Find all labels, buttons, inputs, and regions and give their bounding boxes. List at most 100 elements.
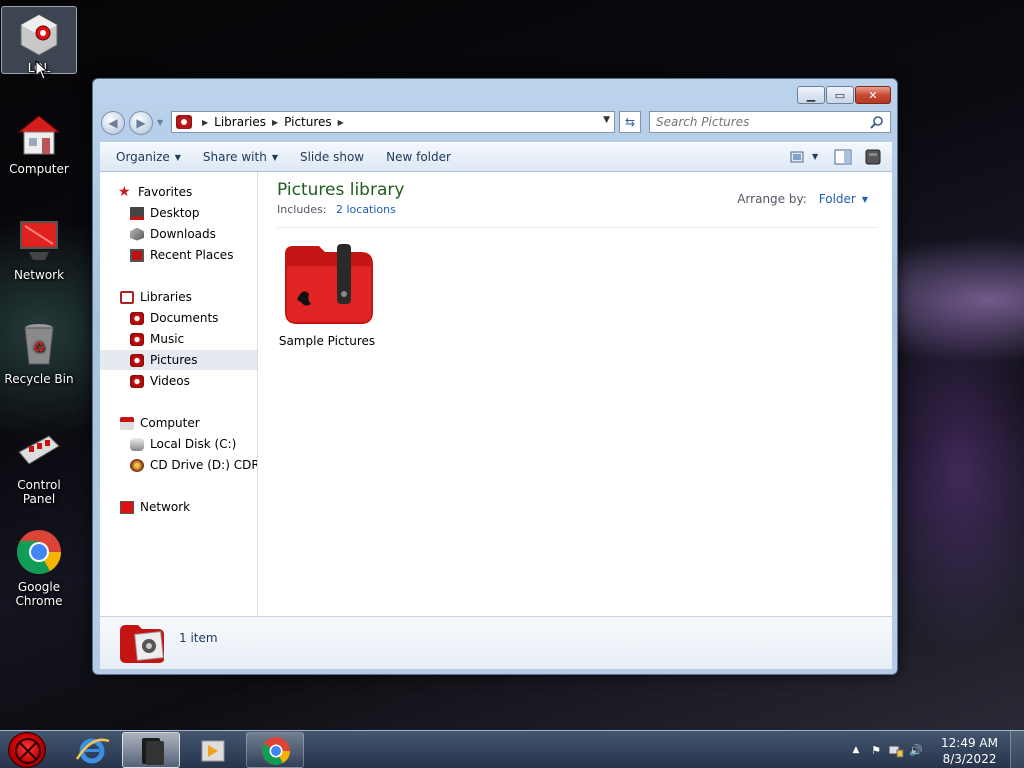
breadcrumb-separator-icon[interactable]: ▶ [272,118,278,127]
action-center-flag-icon[interactable]: ⚑ [868,742,884,758]
share-with-label: Share with [202,150,267,164]
desktop-icon-chrome[interactable]: Google Chrome [1,528,77,608]
explorer-content: ★ Favorites Desktop Downloads Recent Pla… [100,172,892,616]
file-list-pane: Pictures library Includes: 2 locations A… [259,172,892,616]
media-player-icon [201,740,225,762]
taskbar-internet-explorer[interactable] [62,732,120,768]
nav-item-local-disk[interactable]: Local Disk (C:) [130,434,257,454]
chrome-icon [15,528,63,576]
desktop-folder-icon [130,206,144,220]
minimize-button[interactable]: ▁ [797,86,825,104]
start-button[interactable] [8,732,46,768]
window-controls: ▁ ▭ ✕ [796,86,891,104]
red-folder-icon [279,242,375,330]
nav-item-favorites[interactable]: ★ Favorites [118,182,257,202]
nav-item-label: Videos [150,374,190,388]
minimize-icon: ▁ [806,88,816,102]
nav-item-videos[interactable]: Videos [130,371,257,391]
clock[interactable]: 12:49 AM 8/3/2022 [941,735,998,767]
new-folder-button[interactable]: New folder [380,146,457,168]
desktop-icon-control-panel[interactable]: Control Panel [1,426,77,506]
address-history-dropdown-icon[interactable]: ▼ [603,115,610,125]
navigation-pane: ★ Favorites Desktop Downloads Recent Pla… [100,172,258,616]
nav-item-music[interactable]: Music [130,329,257,349]
network-icon [15,216,63,264]
preview-pane-button[interactable] [834,149,852,165]
recent-pages-dropdown[interactable]: ▼ [157,118,167,127]
share-with-button[interactable]: Share with ▼ [197,146,284,168]
nav-item-documents[interactable]: Documents [130,308,257,328]
lol-app-icon [15,9,63,57]
nav-item-cd-drive[interactable]: CD Drive (D:) CDROM [130,455,257,475]
documents-library-icon [130,311,144,325]
network-icon [120,500,134,514]
forward-button[interactable]: ▶ [129,111,153,135]
taskbar-media-player[interactable] [184,732,242,768]
nav-item-downloads[interactable]: Downloads [130,224,257,244]
help-button[interactable] [864,149,882,165]
nav-item-desktop[interactable]: Desktop [130,203,257,223]
search-box[interactable] [649,111,891,133]
command-bar: Organize ▼ Share with ▼ Slide show New f… [100,142,892,172]
slide-show-button[interactable]: Slide show [294,146,370,168]
nav-item-label: Downloads [150,227,216,241]
breadcrumb-separator-icon[interactable]: ▶ [338,118,344,127]
chevron-down-icon: ▼ [271,152,278,162]
close-button[interactable]: ✕ [855,86,891,104]
arrange-by-dropdown[interactable]: Folder [819,192,856,206]
refresh-icon: ⇆ [624,115,636,129]
change-view-button[interactable] [790,149,808,165]
address-bar[interactable]: ▶ Libraries ▶ Pictures ▶ ▼ [171,111,615,133]
volume-icon[interactable]: 🔊 [908,742,924,758]
desktop-icon-label: Recycle Bin [4,372,74,386]
desktop-icon-computer[interactable]: Computer [1,110,77,176]
locations-link[interactable]: 2 locations [336,203,396,216]
organize-label: Organize [116,150,170,164]
nav-item-pictures[interactable]: Pictures [100,350,257,370]
breadcrumb-separator-icon[interactable]: ▶ [202,118,208,127]
search-input[interactable] [650,112,860,132]
chrome-icon [262,737,290,765]
refresh-button[interactable]: ⇆ [619,111,641,133]
network-status-icon[interactable] [888,742,904,758]
chevron-down-icon[interactable]: ▼ [862,195,868,206]
nav-item-libraries[interactable]: Libraries [120,287,257,307]
show-desktop-button[interactable] [1010,731,1024,768]
file-explorer-icon [142,738,164,765]
libraries-icon [120,290,134,304]
slide-show-label: Slide show [299,150,365,164]
videos-library-icon [130,374,144,388]
nav-item-computer[interactable]: Computer [120,413,257,433]
desktop-icon-label: Computer [9,162,69,176]
explorer-window: ▁ ▭ ✕ ◀ ▶ ▼ ▶ Libraries ▶ Pictures ▶ ▼ ⇆ [92,78,898,675]
show-hidden-icons-icon[interactable]: ▲ [848,742,864,758]
computer-icon [120,416,134,430]
header-divider [277,227,878,228]
svg-text:♻: ♻ [33,340,46,356]
taskbar-google-chrome[interactable] [246,732,304,768]
desktop-icon-network[interactable]: Network [1,216,77,282]
hard-disk-icon [130,437,144,451]
start-orb-icon [15,738,41,764]
clock-date: 8/3/2022 [942,752,997,766]
details-pane: 1 item [100,616,892,669]
folder-item[interactable]: Sample Pictures [277,242,377,348]
desktop-icon-recycle-bin[interactable]: ♻ Recycle Bin [1,320,77,386]
nav-item-network[interactable]: Network [120,497,257,517]
forward-arrow-icon: ▶ [136,116,146,130]
back-button[interactable]: ◀ [101,111,125,135]
recent-places-icon [130,248,144,262]
breadcrumb-pictures[interactable]: Pictures [284,115,332,129]
new-folder-label: New folder [386,150,451,164]
nav-item-recent-places[interactable]: Recent Places [130,245,257,265]
view-options-dropdown-icon[interactable]: ▼ [812,149,822,165]
downloads-icon [130,227,144,241]
close-icon: ✕ [868,88,878,102]
pictures-library-icon [130,353,144,367]
search-icon[interactable] [870,115,884,129]
breadcrumb-libraries[interactable]: Libraries [214,115,266,129]
taskbar-file-explorer[interactable] [122,732,180,768]
nav-item-label: Desktop [150,206,200,220]
maximize-button[interactable]: ▭ [826,86,854,104]
organize-button[interactable]: Organize ▼ [110,146,187,168]
